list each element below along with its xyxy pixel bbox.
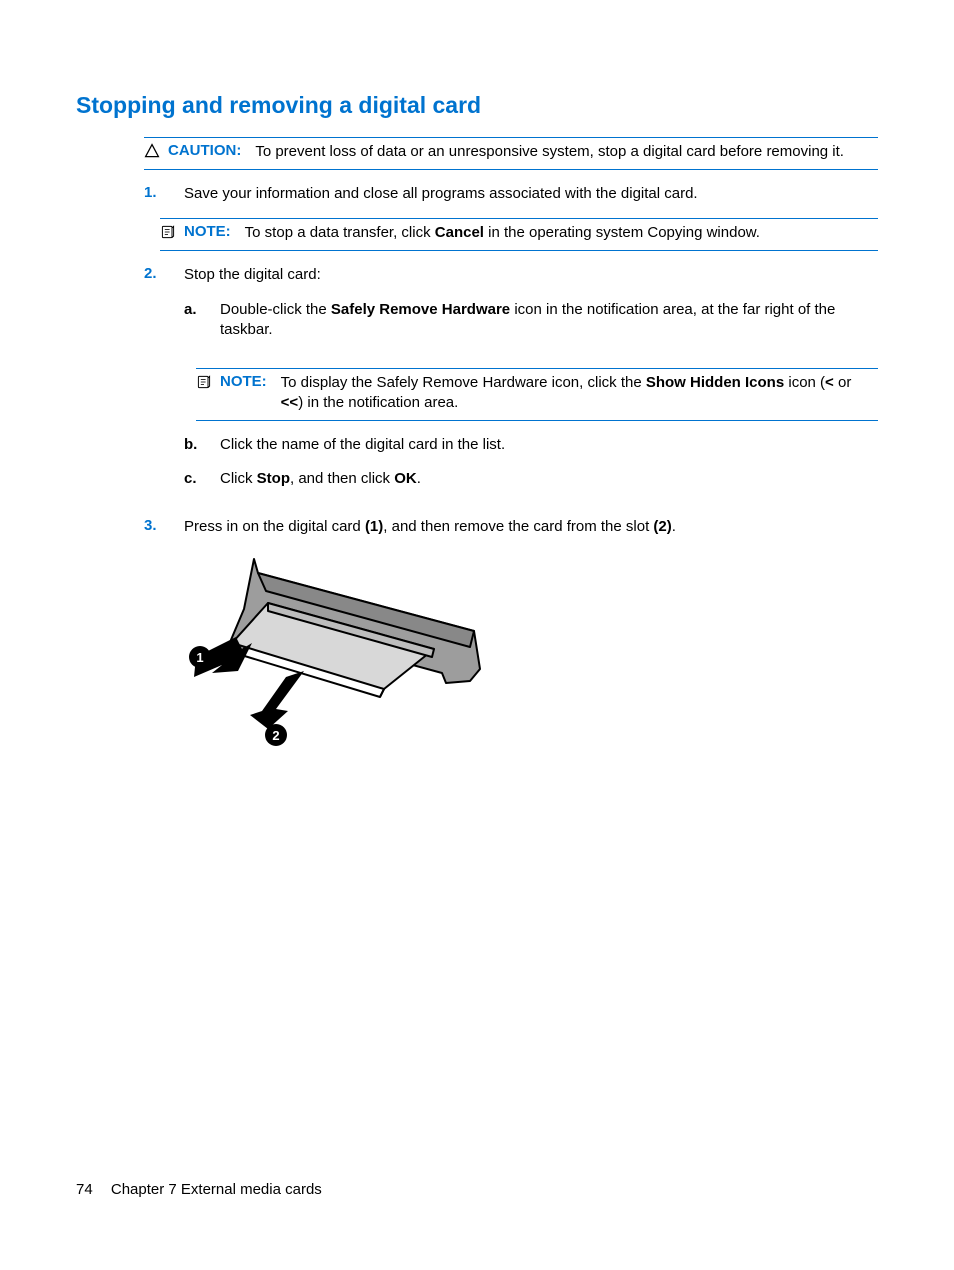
bold-term: << (281, 394, 299, 411)
text-fragment: icon ( (784, 374, 825, 391)
caution-icon (144, 143, 162, 163)
step-text: Press in on the digital card (1), and th… (184, 517, 878, 537)
step-number: 3. (144, 517, 184, 534)
step-number: 2. (144, 265, 184, 282)
substep-list: b. Click the name of the digital card in… (184, 435, 878, 490)
note-text: To display the Safely Remove Hardware ic… (281, 373, 878, 414)
substep-text: Click the name of the digital card in th… (220, 435, 878, 455)
note-icon (196, 374, 214, 394)
text-fragment: To display the Safely Remove Hardware ic… (281, 374, 646, 391)
substep-letter: c. (184, 469, 220, 489)
procedure-list: 2. Stop the digital card: a. Double-clic… (144, 265, 878, 354)
bold-term: Show Hidden Icons (646, 374, 784, 391)
caution-label: CAUTION: (168, 142, 241, 159)
procedure-list: 1. Save your information and close all p… (144, 184, 878, 204)
text-fragment: or (834, 374, 852, 391)
text-fragment: , and then remove the card from the slot (383, 518, 653, 535)
text-fragment: Press in on the digital card (184, 518, 365, 535)
bold-term: Safely Remove Hardware (331, 301, 510, 318)
text-fragment: . (417, 470, 421, 487)
substep-letter: a. (184, 300, 220, 320)
section-heading: Stopping and removing a digital card (76, 92, 878, 119)
procedure-list: b. Click the name of the digital card in… (144, 435, 878, 538)
caution-callout: CAUTION: To prevent loss of data or an u… (144, 137, 878, 170)
bold-term: Cancel (435, 224, 484, 241)
text-fragment: in the operating system Copying window. (484, 224, 760, 241)
step-body: Stop the digital card: a. Double-click t… (184, 265, 878, 354)
text-fragment: To stop a data transfer, click (245, 224, 435, 241)
text-fragment: Click (220, 470, 257, 487)
bold-term: (2) (653, 518, 671, 535)
step-2: 2. Stop the digital card: a. Double-clic… (144, 265, 878, 354)
svg-text:2: 2 (272, 728, 279, 743)
step-text: Save your information and close all prog… (184, 184, 878, 204)
note-callout-2: NOTE: To display the Safely Remove Hardw… (196, 368, 878, 421)
text-fragment: Double-click the (220, 301, 331, 318)
substep-text: Click Stop, and then click OK. (220, 469, 878, 489)
bold-term: Stop (257, 470, 290, 487)
step-2-cont: b. Click the name of the digital card in… (144, 435, 878, 504)
text-fragment: ) in the notification area. (298, 394, 458, 411)
illustration-card-slot: 1 2 (184, 551, 494, 751)
svg-text:1: 1 (196, 650, 203, 665)
step-number: 1. (144, 184, 184, 201)
substep-text: Double-click the Safely Remove Hardware … (220, 300, 878, 341)
note-label: NOTE: (184, 223, 231, 240)
chapter-title: Chapter 7 External media cards (111, 1181, 322, 1198)
bold-term: OK (394, 470, 417, 487)
substep-a: a. Double-click the Safely Remove Hardwa… (184, 300, 878, 341)
bold-term: (1) (365, 518, 383, 535)
note-label: NOTE: (220, 373, 267, 390)
bold-term: < (825, 374, 834, 391)
note-text: To stop a data transfer, click Cancel in… (245, 223, 878, 243)
substep-list: a. Double-click the Safely Remove Hardwa… (184, 300, 878, 341)
step-1: 1. Save your information and close all p… (144, 184, 878, 204)
step-text: Stop the digital card: (184, 266, 321, 283)
substep-letter: b. (184, 435, 220, 455)
page-footer: 74 Chapter 7 External media cards (76, 1181, 322, 1198)
page-number: 74 (76, 1181, 93, 1198)
substep-c: c. Click Stop, and then click OK. (184, 469, 878, 489)
text-fragment: , and then click (290, 470, 394, 487)
substep-b: b. Click the name of the digital card in… (184, 435, 878, 455)
note-callout-1: NOTE: To stop a data transfer, click Can… (160, 218, 878, 251)
step-body: b. Click the name of the digital card in… (184, 435, 878, 504)
note-icon (160, 224, 178, 244)
caution-text: To prevent loss of data or an unresponsi… (255, 142, 878, 162)
text-fragment: . (672, 518, 676, 535)
step-3: 3. Press in on the digital card (1), and… (144, 517, 878, 537)
